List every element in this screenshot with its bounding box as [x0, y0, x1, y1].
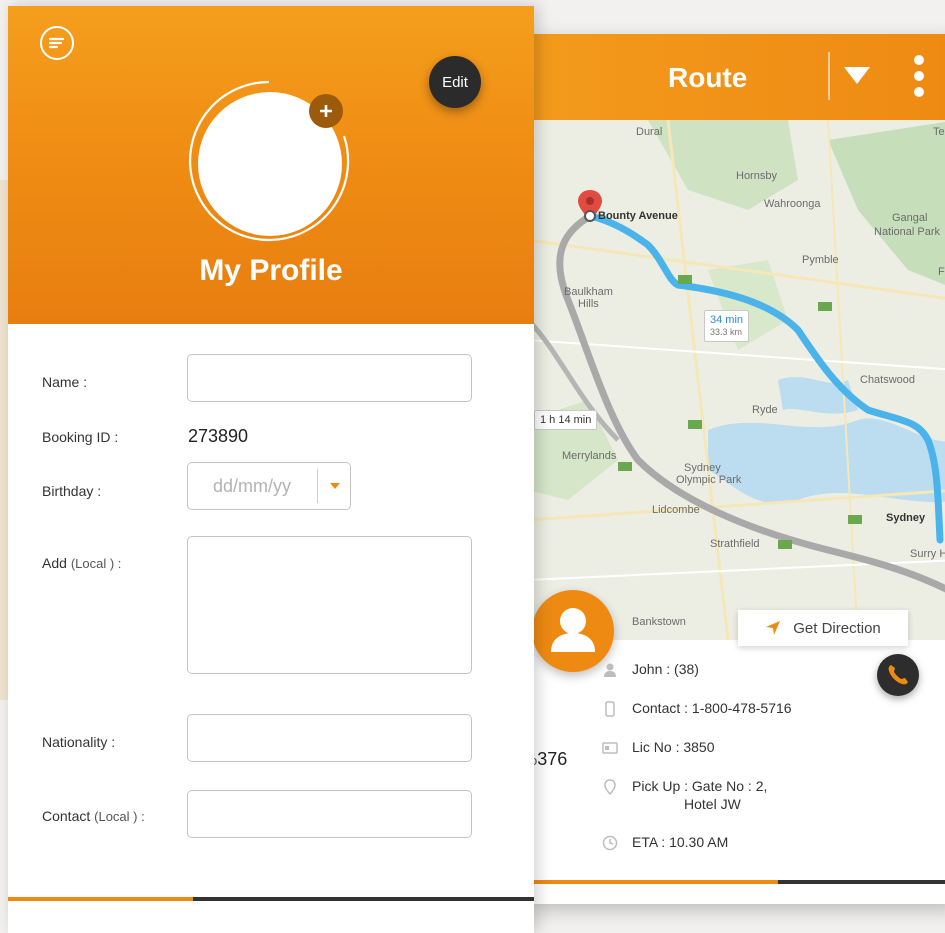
route-header: Route: [528, 34, 945, 120]
route-progress-bar: [528, 880, 945, 884]
page-title: My Profile: [199, 254, 343, 287]
map-label: Fr: [938, 266, 945, 278]
nationality-label: Nationality :: [42, 734, 116, 750]
map-label: Gangal: [892, 212, 928, 224]
profile-progress-bar: [8, 897, 534, 901]
partial-value: o376: [530, 749, 567, 770]
pickup-location: Pick Up : Gate No : 2, Hotel JW: [632, 777, 767, 813]
contact-label-main: Contact: [42, 808, 91, 824]
driver-contact-row: Contact : 1-800-478-5716: [602, 699, 892, 738]
route-map[interactable]: Dural Te Hornsby Wahroonga Gangal Nation…: [528, 120, 945, 640]
fast-route-distance: 33.3 km: [710, 327, 743, 337]
fast-route-chip[interactable]: 34 min 33.3 km: [704, 310, 750, 342]
map-label: Chatswood: [860, 374, 916, 386]
map-label: National Park: [874, 226, 941, 238]
driver-info-list: John : (38) Contact : 1-800-478-5716 Lic…: [602, 660, 892, 872]
driver-license: Lic No : 3850: [632, 739, 715, 755]
map-label: Te: [933, 126, 945, 138]
birthday-label: Birthday :: [42, 483, 102, 499]
more-options-button[interactable]: [912, 54, 926, 98]
driver-license-row: Lic No : 3850: [602, 738, 892, 777]
map-label: Merrylands: [562, 450, 617, 462]
profile-progress-fill: [8, 897, 193, 901]
route-title: Route: [668, 62, 748, 93]
contact-label-sub: (Local ) :: [94, 809, 145, 824]
driver-name: John : (38): [632, 661, 699, 677]
map-label: Lidcombe: [652, 504, 700, 516]
address-field[interactable]: [187, 536, 472, 674]
map-label: Sydney: [684, 462, 721, 474]
eta: ETA : 10.30 AM: [632, 834, 729, 850]
address-label: Add (Local ) :: [42, 555, 121, 571]
location-pin-icon: [604, 779, 616, 795]
edit-button[interactable]: Edit: [429, 56, 481, 108]
driver-name-row: John : (38): [602, 660, 892, 699]
map-label: Pymble: [802, 254, 839, 266]
pickup-line-1: Pick Up : Gate No : 2,: [632, 778, 768, 794]
id-card-icon: [602, 742, 618, 754]
birthday-field[interactable]: [188, 463, 316, 509]
pickup-line-2: Hotel JW: [684, 796, 741, 812]
menu-icon: [48, 37, 65, 49]
menu-button[interactable]: [40, 26, 74, 60]
birthday-dropdown-toggle[interactable]: [319, 463, 351, 509]
add-photo-button[interactable]: [309, 94, 343, 128]
triangle-down-icon: [330, 483, 340, 489]
map-label: Sydney: [886, 512, 926, 524]
name-label: Name :: [42, 374, 88, 390]
birthday-divider: [317, 469, 318, 503]
map-label: Strathfield: [710, 538, 760, 550]
slow-route-chip[interactable]: 1 h 14 min: [534, 410, 598, 430]
map-label: Ryde: [752, 404, 778, 416]
map-label: Bankstown: [632, 616, 686, 628]
booking-id-value: 273890: [188, 426, 249, 446]
contact-label: Contact (Local ) :: [42, 808, 145, 824]
pickup-row: Pick Up : Gate No : 2, Hotel JW: [602, 777, 892, 833]
plus-icon: [320, 105, 332, 117]
name-field[interactable]: [187, 354, 472, 402]
partial-value-number: 376: [537, 749, 568, 769]
fast-route-time: 34 min: [710, 314, 744, 326]
get-direction-label: Get Direction: [793, 619, 881, 637]
address-label-main: Add: [42, 555, 67, 571]
map-label: Hills: [578, 298, 599, 310]
booking-id-label: Booking ID :: [42, 429, 119, 445]
address-label-sub: (Local ) :: [70, 556, 122, 571]
map-label: Wahroonga: [764, 198, 821, 210]
route-screen: Route Dural Te Hornsby Wahroonga Gangal …: [528, 34, 945, 904]
eta-row: ETA : 10.30 AM: [602, 833, 892, 872]
kebab-icon: [914, 55, 924, 97]
get-direction-button[interactable]: Get Direction: [738, 610, 908, 646]
mobile-icon: [605, 701, 615, 717]
user-icon: [604, 663, 616, 677]
header-divider: [828, 52, 830, 100]
contact-field[interactable]: [187, 790, 472, 838]
map-label: Baulkham: [564, 286, 613, 298]
map-label: Dural: [636, 126, 663, 138]
profile-screen: Edit My Profile Name : Booking ID : 2738…: [8, 6, 534, 933]
birthday-picker[interactable]: [187, 462, 351, 510]
clock-icon: [602, 835, 618, 851]
destination-label: Bounty Avenue: [598, 210, 678, 222]
map-label: Olympic Park: [676, 474, 742, 486]
driver-contact: Contact : 1-800-478-5716: [632, 700, 792, 716]
dropdown-button[interactable]: [841, 64, 873, 88]
navigation-arrow-icon: [766, 621, 781, 635]
map-label: Hornsby: [736, 170, 777, 182]
triangle-down-icon: [844, 67, 870, 84]
profile-header: Edit My Profile: [8, 6, 534, 324]
nationality-field[interactable]: [187, 714, 472, 762]
route-progress-fill: [528, 880, 778, 884]
map-label: Surry H: [910, 548, 945, 560]
